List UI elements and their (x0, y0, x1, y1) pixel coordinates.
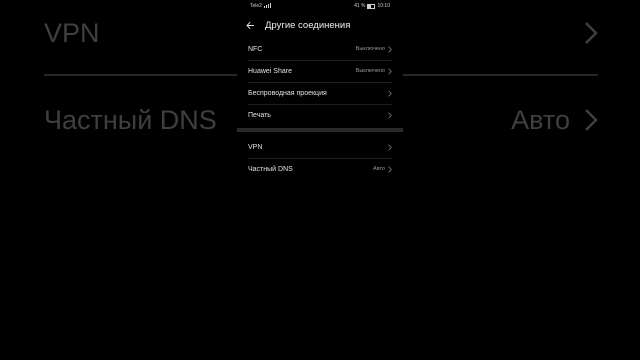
list-item-label: Беспроводная проекция (248, 89, 327, 97)
carrier-label: Tele2 (250, 3, 262, 9)
section-1: NFC Выключено Huawei Share Выключено Бес… (237, 38, 403, 126)
list-item-right (385, 111, 392, 119)
list-item-private-dns[interactable]: Частный DNS Авто (237, 158, 403, 180)
list-item-right (385, 89, 392, 97)
status-bar: Tele2 41 % 10:10 (237, 0, 403, 12)
signal-icon (263, 2, 272, 10)
list-item-right: Выключено (355, 45, 392, 53)
page-title: Другие соединения (265, 19, 351, 31)
list-item-label: Частный DNS (248, 165, 293, 173)
chevron-right-icon (388, 45, 392, 53)
chevron-right-icon (388, 111, 392, 119)
battery-icon (367, 3, 376, 9)
bg-row-label: VPN (44, 17, 100, 48)
list-item-label: VPN (248, 143, 263, 151)
chevron-right-icon (388, 165, 392, 173)
battery-percent: 41 % (354, 3, 366, 9)
clock: 10:10 (377, 3, 390, 9)
list-item-wireless-projection[interactable]: Беспроводная проекция (237, 82, 403, 104)
bg-row-right (570, 21, 598, 45)
bg-row-label: Частный DNS (44, 104, 217, 135)
list-item-right: Выключено (355, 67, 392, 75)
chevron-right-icon (584, 108, 598, 132)
bg-row-value: Авто (511, 104, 570, 135)
phone-screen: Tele2 41 % 10:10 Другие соединения NFC В… (237, 0, 403, 360)
back-arrow-icon[interactable] (246, 21, 255, 30)
title-bar: Другие соединения (237, 12, 403, 38)
list-item-value: Авто (373, 166, 385, 172)
status-left: Tele2 (250, 2, 272, 10)
list-item-value: Выключено (355, 68, 385, 74)
list-item-label: Huawei Share (248, 67, 292, 75)
chevron-right-icon (388, 67, 392, 75)
status-right: 41 % 10:10 (354, 3, 390, 9)
chevron-right-icon (388, 89, 392, 97)
list-item-right (385, 143, 392, 151)
chevron-right-icon (584, 21, 598, 45)
bg-row-right: Авто (511, 105, 598, 136)
list-item-nfc[interactable]: NFC Выключено (237, 38, 403, 60)
list-item-huawei-share[interactable]: Huawei Share Выключено (237, 60, 403, 82)
list-item-label: NFC (248, 45, 263, 53)
section-2: VPN Частный DNS Авто (237, 136, 403, 180)
section-separator (237, 128, 403, 132)
list-item-printing[interactable]: Печать (237, 104, 403, 126)
chevron-right-icon (388, 143, 392, 151)
list-item-right: Авто (373, 165, 392, 173)
list-item-value: Выключено (355, 46, 385, 52)
list-item-vpn[interactable]: VPN (237, 136, 403, 158)
list-item-label: Печать (248, 111, 271, 119)
